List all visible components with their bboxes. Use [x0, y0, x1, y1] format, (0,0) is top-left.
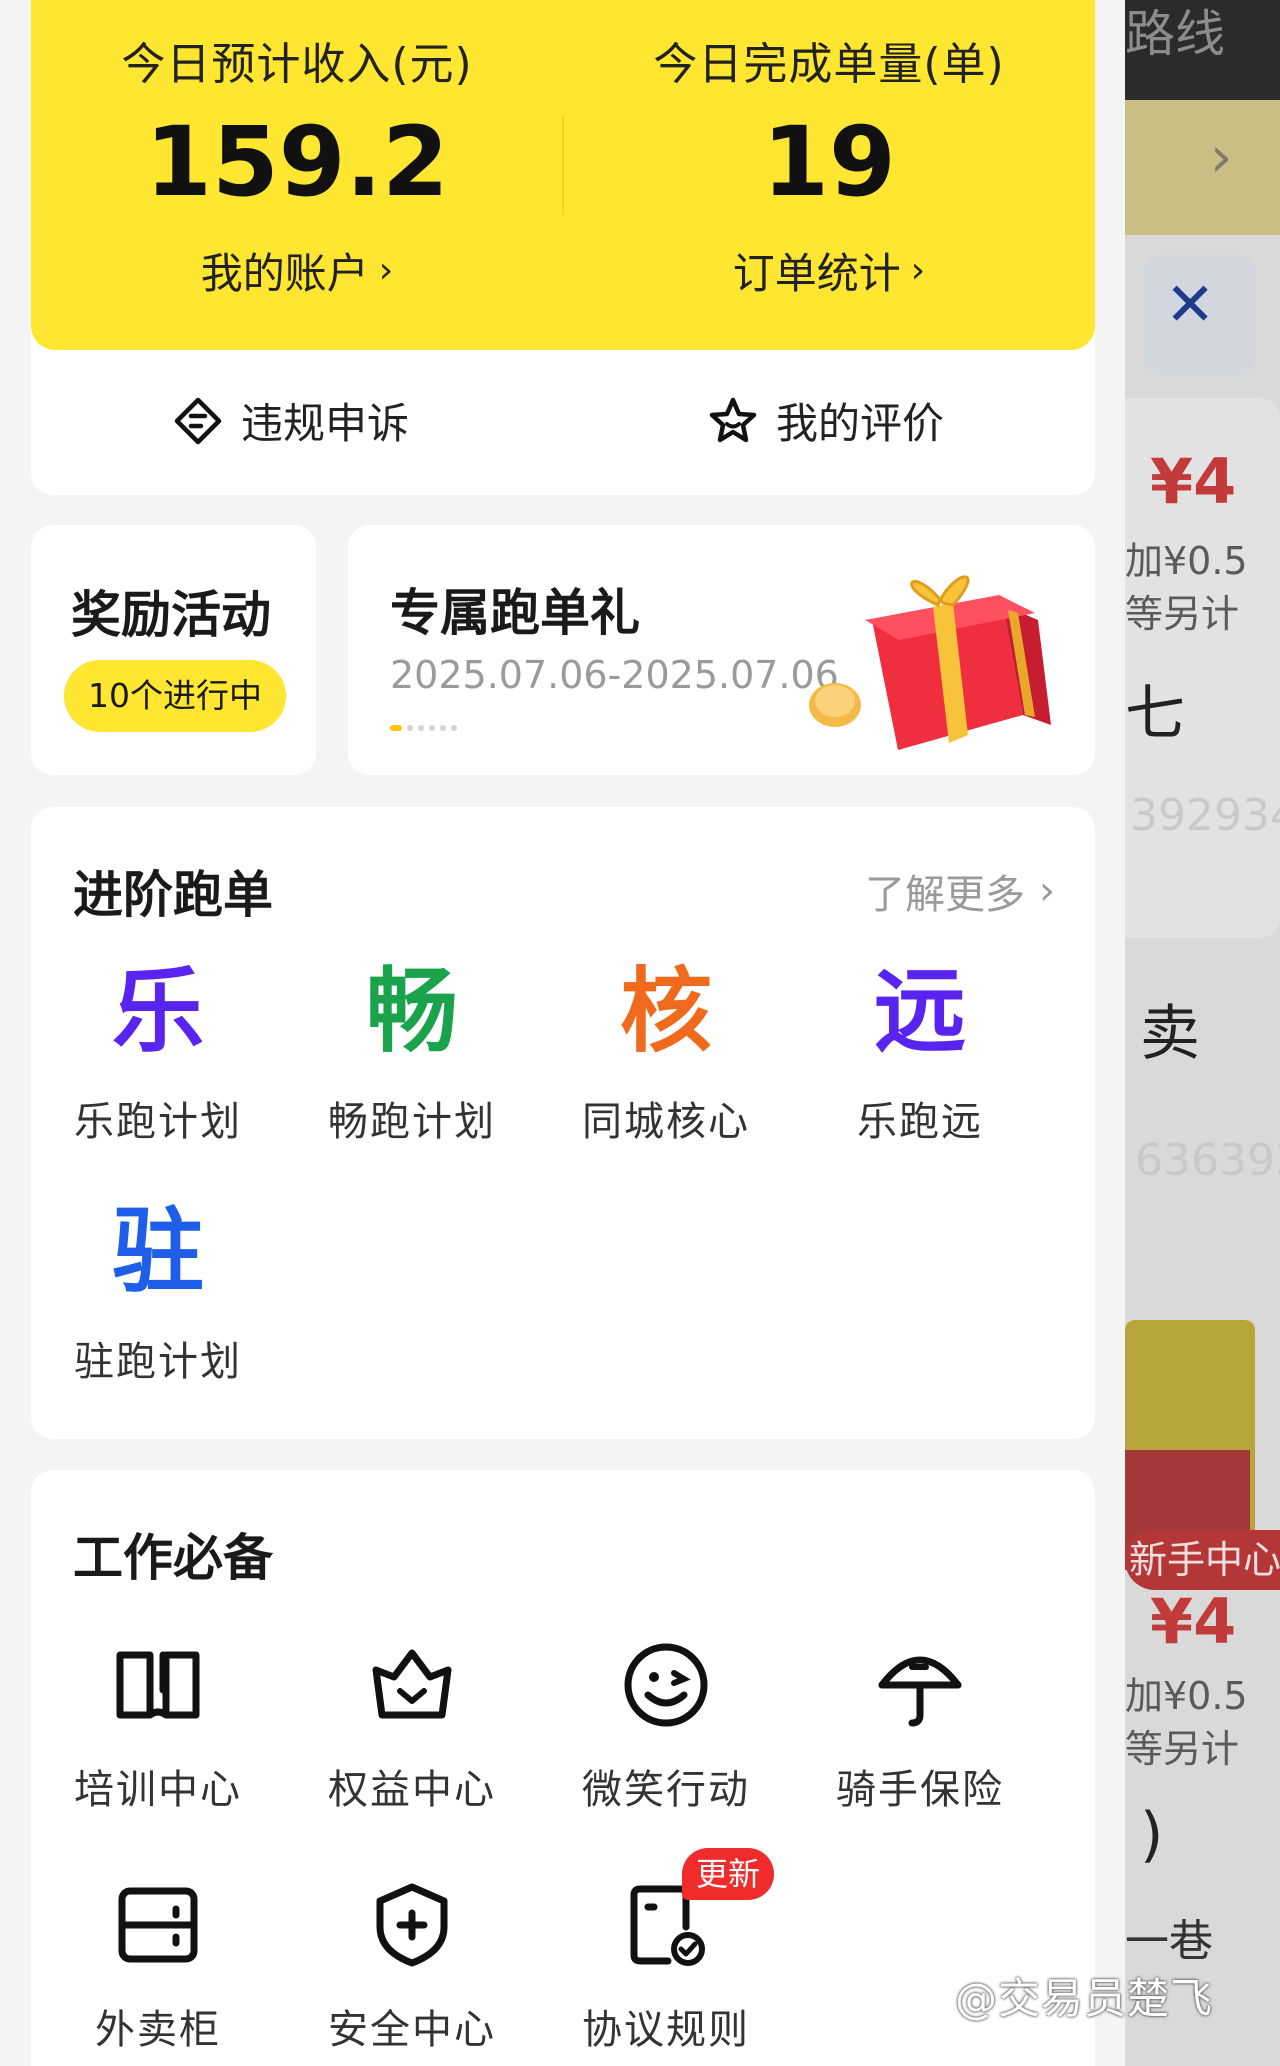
- core-icon: 核: [619, 958, 712, 1065]
- background-lane: 一巷: [1125, 1916, 1213, 1967]
- income-stat: 今日预计收入(元) 159.2 我的账户 ›: [31, 28, 563, 301]
- tool-item-training[interactable]: 培训中心: [31, 1635, 285, 1815]
- background-bonus-2: 加¥0.5: [1125, 1674, 1248, 1718]
- reward-title: 奖励活动: [71, 586, 271, 644]
- my-review-label: 我的评价: [776, 399, 945, 448]
- plan-label: 乐跑远: [857, 1099, 983, 1145]
- tool-label: 安全中心: [328, 2007, 496, 2053]
- background-banner: [1125, 100, 1280, 235]
- my-account-link[interactable]: 我的账户 ›: [201, 240, 393, 301]
- locker-icon: [118, 1887, 198, 1963]
- background-note-2: 等另计: [1125, 1727, 1240, 1771]
- background-bonus: 加¥0.5: [1125, 539, 1248, 583]
- close-icon: ✕: [1165, 270, 1216, 340]
- my-account-label: 我的账户: [200, 249, 369, 298]
- plan-label: 乐跑计划: [74, 1099, 242, 1145]
- work-essentials-section: 工作必备 培训中心 权益中心 微笑行动 骑手保险 外卖柜 安全中心 协议规则: [31, 1470, 1095, 2066]
- learn-more-link[interactable]: 了解更多 ›: [865, 862, 1055, 920]
- yuan-icon: 远: [873, 958, 966, 1065]
- background-char: 七: [1125, 679, 1185, 749]
- carousel-dot-active: [390, 725, 402, 731]
- gift-box-icon: [809, 575, 1051, 750]
- changpao-icon: 畅: [365, 958, 458, 1065]
- violation-appeal-button[interactable]: 违规申诉: [171, 390, 409, 451]
- tool-item-smile[interactable]: 微笑行动: [539, 1635, 793, 1815]
- carousel-dot: [418, 725, 424, 731]
- tool-item-locker[interactable]: 外卖柜: [31, 1875, 285, 2055]
- background-id-2: 636392: [1135, 1135, 1280, 1186]
- umbrella-icon: [878, 1656, 962, 1727]
- plan-item-lepao-yuan[interactable]: 远 乐跑远: [793, 957, 1047, 1147]
- carousel-dot: [440, 725, 446, 731]
- watermark-text: @交易员楚飞: [955, 1974, 1214, 2023]
- background-app: 路线 › ✕ ¥4 加¥0.5 等另计 七 392934 卖 636392 新手…: [1125, 0, 1280, 2066]
- chevron-right-icon: ›: [1210, 125, 1233, 190]
- appeal-icon: [174, 397, 222, 444]
- background-note: 等另计: [1125, 592, 1240, 636]
- tool-item-insurance[interactable]: 骑手保险: [793, 1635, 1047, 1815]
- carousel-indicator: [390, 725, 457, 731]
- update-badge: 更新: [682, 1848, 775, 1900]
- learn-more-label: 了解更多: [865, 872, 1025, 918]
- shield-icon: [376, 1883, 448, 1967]
- stats-card: 今日预计收入(元) 159.2 我的账户 › 今日完成单量(单) 19 订单统计…: [31, 0, 1095, 495]
- tool-label: 外卖柜: [95, 2007, 221, 2053]
- plan-label: 畅跑计划: [328, 1099, 496, 1145]
- tool-label: 权益中心: [328, 1767, 496, 1813]
- chevron-right-icon: ›: [910, 250, 926, 291]
- order-stats-label: 订单统计: [732, 249, 901, 298]
- my-review-button[interactable]: 我的评价: [706, 390, 944, 451]
- plan-label: 同城核心: [582, 1099, 750, 1145]
- exclusive-gift-banner[interactable]: 专属跑单礼 2025.07.06-2025.07.06: [348, 525, 1095, 775]
- chevron-right-icon: ›: [378, 250, 394, 291]
- carousel-dot: [407, 725, 413, 731]
- background-route-text: 路线: [1125, 5, 1225, 63]
- orders-value: 19: [762, 106, 896, 218]
- rider-drawer: 今日预计收入(元) 159.2 我的账户 › 今日完成单量(单) 19 订单统计…: [0, 0, 1125, 2066]
- book-icon: [116, 1651, 200, 1719]
- chevron-right-icon: ›: [1039, 868, 1055, 914]
- crown-icon: [372, 1649, 452, 1719]
- advanced-running-section: 进阶跑单 了解更多 › 乐 乐跑计划 畅 畅跑计划 核 同城核心 远 乐跑远 驻…: [31, 807, 1095, 1439]
- tool-item-benefits[interactable]: 权益中心: [285, 1635, 539, 1815]
- background-newbie-pill: 新手中心: [1125, 1530, 1280, 1590]
- carousel-dot: [429, 725, 435, 731]
- section-title: 进阶跑单: [73, 866, 273, 924]
- stats-banner: 今日预计收入(元) 159.2 我的账户 › 今日完成单量(单) 19 订单统计…: [31, 0, 1095, 350]
- tool-item-safety[interactable]: 安全中心: [285, 1875, 539, 2055]
- tool-label: 培训中心: [74, 1767, 242, 1813]
- violation-appeal-label: 违规申诉: [241, 399, 410, 448]
- background-price-2: ¥4: [1150, 1585, 1237, 1658]
- plan-item-zhupao[interactable]: 驻 驻跑计划: [31, 1197, 285, 1387]
- orders-stat: 今日完成单量(单) 19 订单统计 ›: [563, 28, 1095, 301]
- star-icon: [709, 397, 757, 442]
- background-sell: 卖: [1140, 999, 1200, 1069]
- plan-label: 驻跑计划: [74, 1339, 242, 1385]
- tool-label: 骑手保险: [836, 1767, 1004, 1813]
- background-price: ¥4: [1150, 445, 1237, 518]
- lepao-icon: 乐: [111, 958, 204, 1065]
- plan-item-lepao[interactable]: 乐 乐跑计划: [31, 957, 285, 1147]
- background-id: 392934: [1130, 790, 1280, 841]
- carousel-dot: [451, 725, 457, 731]
- reward-count-badge: 10个进行中: [64, 660, 286, 732]
- income-value: 159.2: [145, 106, 449, 218]
- promo-title: 专属跑单礼: [390, 584, 640, 642]
- order-stats-link[interactable]: 订单统计 ›: [733, 240, 925, 301]
- plan-item-changpao[interactable]: 畅 畅跑计划: [285, 957, 539, 1147]
- smile-icon: [624, 1643, 708, 1727]
- zhupao-icon: 驻: [111, 1198, 204, 1305]
- tool-item-agreement[interactable]: 协议规则: [539, 1875, 793, 2055]
- promo-date: 2025.07.06-2025.07.06: [390, 653, 839, 697]
- tool-label: 协议规则: [582, 2007, 750, 2053]
- income-label: 今日预计收入(元): [121, 39, 473, 90]
- background-paren: ): [1140, 1800, 1164, 1870]
- reward-activities-card[interactable]: 奖励活动 10个进行中: [31, 525, 316, 775]
- section-title: 工作必备: [73, 1529, 273, 1587]
- plan-item-tongcheng-core[interactable]: 核 同城核心: [539, 957, 793, 1147]
- tool-label: 微笑行动: [582, 1767, 750, 1813]
- orders-label: 今日完成单量(单): [653, 39, 1005, 90]
